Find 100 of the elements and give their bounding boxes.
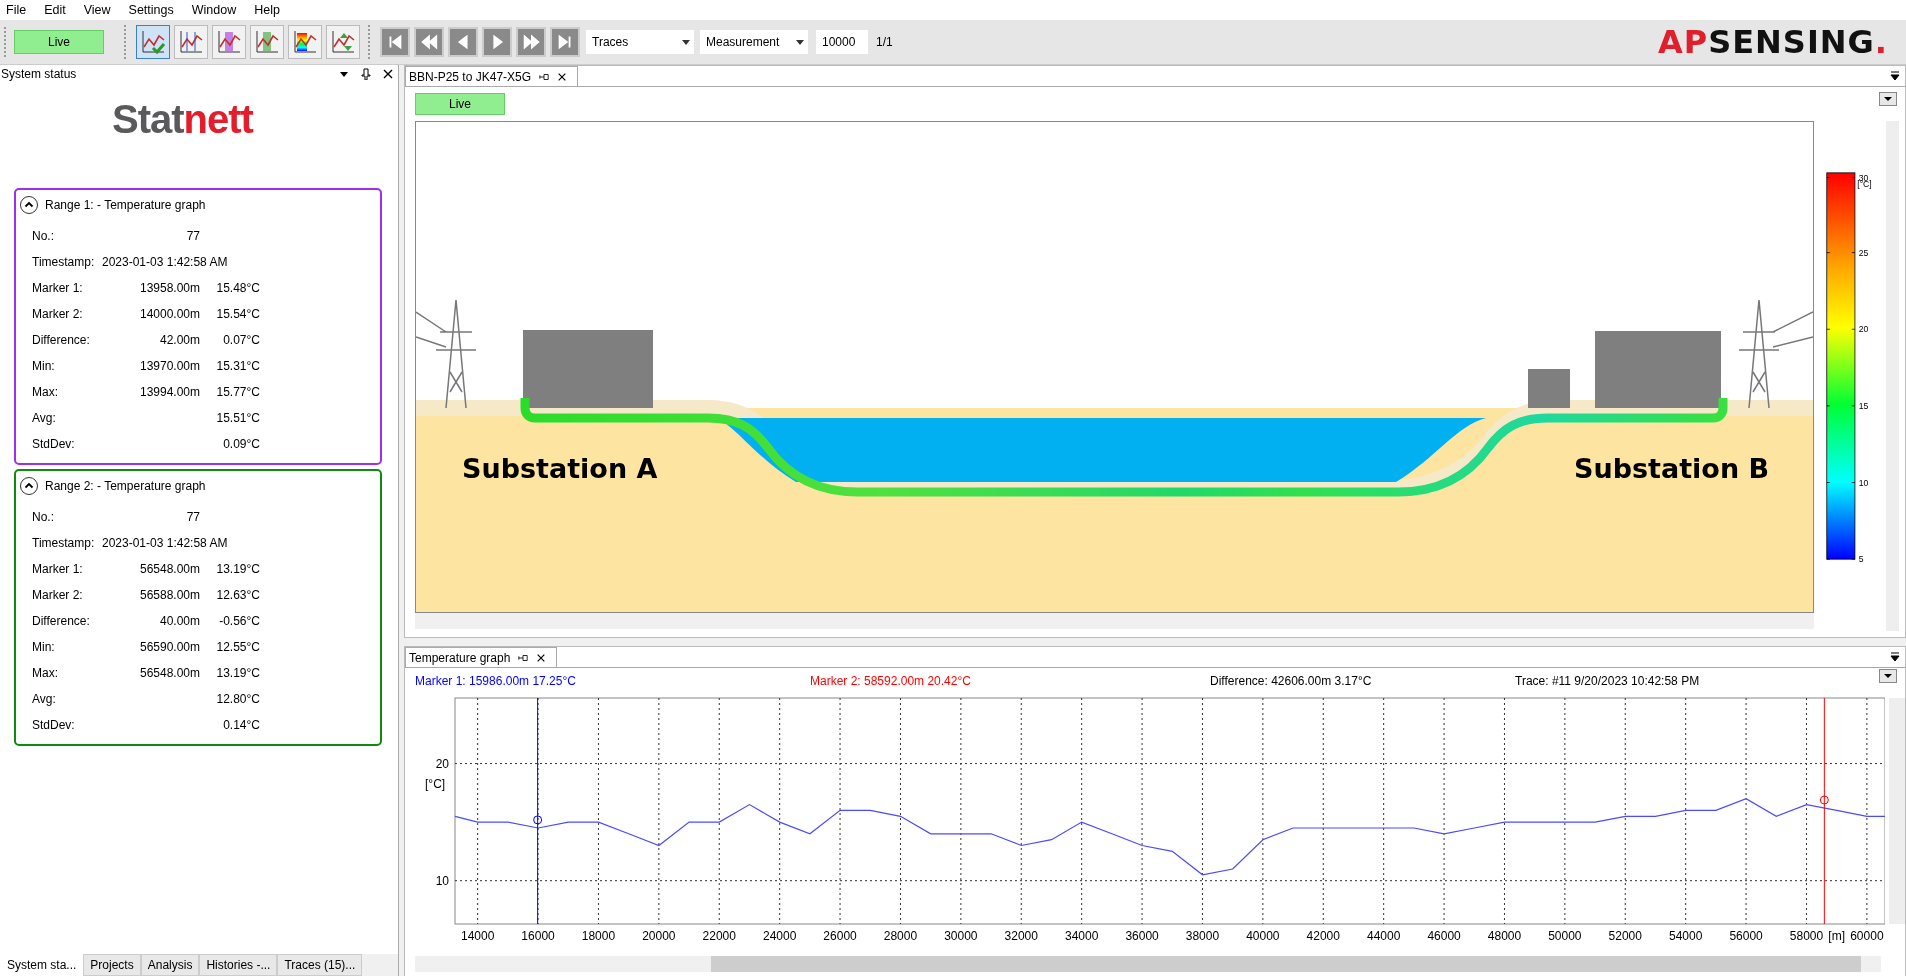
menu-item[interactable]: File	[6, 3, 27, 17]
panel-tab[interactable]: Projects	[83, 954, 141, 976]
forward-button[interactable]	[516, 27, 546, 57]
menu-item[interactable]: Window	[191, 3, 237, 17]
rewind-button[interactable]	[414, 27, 444, 57]
panel-title: System status	[1, 67, 78, 81]
chart-tool-button[interactable]	[288, 25, 322, 59]
chart-tool-button[interactable]	[136, 25, 170, 59]
marker-readout: Trace: #11 9/20/2023 10:42:58 PM	[1515, 674, 1700, 688]
page-indicator: 1/1	[876, 35, 893, 49]
chart-tool-button[interactable]	[326, 25, 360, 59]
menu-item[interactable]: Help	[254, 3, 280, 17]
line-chart-icon	[216, 29, 242, 55]
axis-tick-label: 42000	[1306, 929, 1340, 943]
document-tab[interactable]: BBN-P25 to JK47-X5G	[405, 66, 579, 86]
field-label: Timestamp:	[32, 255, 96, 269]
axis-tick-label: 10	[435, 873, 449, 888]
range-title: Range 1: - Temperature graph	[45, 198, 206, 212]
field-label: No.:	[32, 229, 55, 243]
source-dropdown[interactable]: Traces	[586, 30, 694, 54]
overflow-icon[interactable]	[1889, 70, 1901, 82]
field-label: Marker 1:	[32, 562, 84, 576]
temperature-value: 12.63°C	[215, 588, 260, 602]
axis-tick-label: 14000	[460, 929, 495, 943]
panel-tab[interactable]: Histories -...	[199, 954, 278, 976]
collapse-icon[interactable]	[19, 476, 39, 496]
dropdown-icon[interactable]	[1879, 669, 1897, 683]
marker-line[interactable]	[537, 697, 539, 925]
line-chart-icon	[178, 29, 204, 55]
live-button[interactable]: Live	[14, 30, 104, 54]
axis-unit-label: [°C]	[425, 776, 446, 791]
field-label: Marker 2:	[32, 588, 84, 602]
panel-tab[interactable]: Traces (15)...	[277, 954, 363, 976]
menu-item[interactable]: Edit	[44, 3, 66, 17]
axis-tick-label: 24000	[762, 929, 797, 943]
axis-tick-label: 60000	[1850, 929, 1884, 943]
temperature-value: 0.09°C	[222, 437, 260, 451]
marker-readout: Marker 1: 15986.00m 17.25°C	[415, 674, 577, 688]
mode-dropdown[interactable]: Measurement	[700, 30, 808, 54]
substation-label: Substation A	[462, 453, 658, 484]
overflow-icon[interactable]	[1889, 651, 1901, 663]
marker-handle-icon[interactable]	[1819, 795, 1829, 805]
scale-label: 5	[1858, 554, 1864, 565]
temperature-value: 12.80°C	[215, 692, 260, 706]
field-value: 13970.00m	[138, 359, 200, 373]
line-chart-icon	[292, 29, 318, 55]
chart-tool-button[interactable]	[212, 25, 246, 59]
pin-icon[interactable]	[518, 652, 529, 663]
close-icon[interactable]	[382, 68, 394, 80]
field-value: 13958.00m	[138, 281, 200, 295]
chart-tool-button[interactable]	[174, 25, 208, 59]
temperature-value: 15.77°C	[215, 385, 260, 399]
brand-logo: APSENSING.	[1657, 23, 1888, 61]
field-value: 13994.00m	[138, 385, 200, 399]
field-label: Difference:	[32, 614, 91, 628]
temperature-value: 13.19°C	[215, 562, 260, 576]
collapse-icon[interactable]	[19, 195, 39, 215]
live-button[interactable]: Live	[415, 93, 505, 115]
field-label: Avg:	[32, 411, 57, 425]
field-label: Max:	[32, 385, 59, 399]
axis-tick-label: 44000	[1367, 929, 1401, 943]
first-button[interactable]	[380, 27, 410, 57]
axis-tick-label: 56000	[1729, 929, 1763, 943]
prev-button[interactable]	[448, 27, 478, 57]
field-label: No.:	[32, 510, 55, 524]
marker-readout: Difference: 42606.00m 3.17°C	[1210, 674, 1373, 688]
line-chart-icon	[254, 29, 280, 55]
scrollbar-thumb[interactable]	[711, 956, 1861, 972]
close-icon[interactable]	[536, 652, 547, 663]
last-button[interactable]	[550, 27, 580, 57]
temperature-value: 13.19°C	[215, 666, 260, 680]
marker-handle-icon[interactable]	[533, 815, 543, 825]
chart-tool-button[interactable]	[250, 25, 284, 59]
count-field[interactable]: 10000	[816, 30, 868, 54]
field-label: Difference:	[32, 333, 91, 347]
next-button[interactable]	[482, 27, 512, 57]
field-label: StdDev:	[32, 437, 76, 451]
scrollbar[interactable]	[415, 613, 1814, 629]
field-label: Marker 1:	[32, 281, 84, 295]
scrollbar[interactable]	[1889, 698, 1905, 924]
menu-item[interactable]: Settings	[128, 3, 174, 17]
pin-icon[interactable]	[360, 68, 372, 80]
field-label: Min:	[32, 359, 56, 373]
pin-icon[interactable]	[539, 71, 550, 82]
substation-label: Substation B	[1574, 453, 1770, 484]
temperature-value: 15.51°C	[215, 411, 260, 425]
close-icon[interactable]	[557, 71, 568, 82]
axis-tick-label: 32000	[1004, 929, 1038, 943]
axis-unit-label: [m]	[1828, 929, 1845, 943]
axis-tick-label: 20000	[642, 929, 676, 943]
document-tab[interactable]: Temperature graph	[405, 647, 558, 667]
marker-readout: Marker 2: 58592.00m 20.42°C	[810, 674, 972, 688]
marker-line[interactable]	[1823, 697, 1825, 925]
panel-tab[interactable]: System sta...	[0, 954, 84, 976]
menu-item[interactable]: View	[83, 3, 111, 17]
company-logo: Statnett	[112, 97, 253, 142]
panel-tab[interactable]: Analysis	[140, 954, 200, 976]
dropdown-icon[interactable]	[1879, 92, 1897, 106]
field-value: 14000.00m	[138, 307, 200, 321]
temperature-value: 12.55°C	[215, 640, 260, 654]
